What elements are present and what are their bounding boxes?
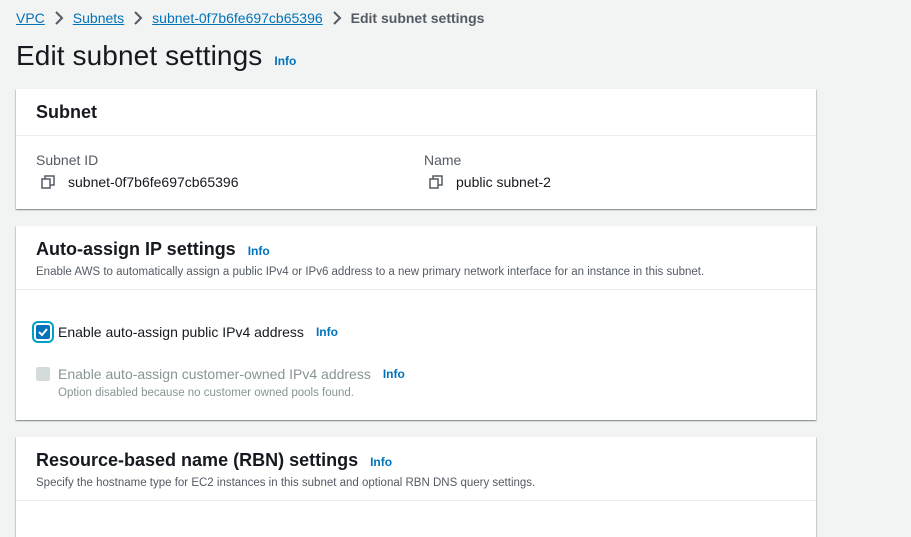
chevron-right-icon bbox=[332, 11, 342, 25]
copy-icon[interactable] bbox=[429, 175, 443, 189]
customer-owned-checkbox-row: Enable auto-assign customer-owned IPv4 a… bbox=[36, 366, 405, 382]
breadcrumb-current: Edit subnet settings bbox=[350, 10, 485, 26]
customer-owned-checkbox-label: Enable auto-assign customer-owned IPv4 a… bbox=[58, 366, 371, 382]
rbn-panel-title: Resource-based name (RBN) settings bbox=[36, 450, 359, 470]
auto-assign-title-row: Auto-assign IP settings Info bbox=[36, 239, 796, 260]
breadcrumb-subnet-id-link[interactable]: subnet-0f7b6fe697cb65396 bbox=[152, 10, 322, 26]
subnet-panel-header: Subnet bbox=[16, 89, 816, 136]
breadcrumb-vpc-link[interactable]: VPC bbox=[16, 10, 45, 26]
name-value: public subnet-2 bbox=[456, 174, 551, 190]
subnet-panel: Subnet Subnet ID subnet-0f7b6fe697cb6539… bbox=[16, 89, 816, 209]
page-header: Edit subnet settings Info bbox=[16, 40, 296, 72]
chevron-right-icon bbox=[54, 11, 64, 25]
rbn-title-row: Resource-based name (RBN) settings Info bbox=[36, 450, 796, 471]
breadcrumb-subnets-link[interactable]: Subnets bbox=[73, 10, 124, 26]
name-value-row: public subnet-2 bbox=[424, 174, 551, 190]
breadcrumb: VPC Subnets subnet-0f7b6fe697cb65396 Edi… bbox=[16, 8, 484, 28]
copy-icon[interactable] bbox=[41, 175, 55, 189]
page-title: Edit subnet settings bbox=[16, 40, 263, 71]
auto-assign-description: Enable AWS to automatically assign a pub… bbox=[36, 266, 705, 278]
auto-assign-info-link[interactable]: Info bbox=[248, 244, 270, 258]
ipv4-checkbox-row: Enable auto-assign public IPv4 address I… bbox=[32, 321, 338, 343]
customer-owned-info-link[interactable]: Info bbox=[383, 367, 405, 381]
auto-assign-ip-panel: Auto-assign IP settings Info Enable AWS … bbox=[16, 226, 816, 420]
name-field: Name public subnet-2 bbox=[424, 152, 551, 190]
rbn-info-link[interactable]: Info bbox=[370, 455, 392, 469]
subnet-id-field: Subnet ID subnet-0f7b6fe697cb65396 bbox=[36, 152, 238, 190]
chevron-right-icon bbox=[133, 11, 143, 25]
name-label: Name bbox=[424, 152, 462, 168]
ipv4-info-link[interactable]: Info bbox=[316, 325, 338, 339]
auto-assign-panel-title: Auto-assign IP settings bbox=[36, 239, 236, 259]
auto-assign-panel-header: Auto-assign IP settings Info Enable AWS … bbox=[16, 226, 816, 290]
subnet-panel-title: Subnet bbox=[36, 101, 97, 122]
page-info-link[interactable]: Info bbox=[274, 54, 296, 68]
rbn-settings-panel: Resource-based name (RBN) settings Info … bbox=[16, 437, 816, 537]
rbn-panel-header: Resource-based name (RBN) settings Info … bbox=[16, 437, 816, 501]
subnet-id-value-row: subnet-0f7b6fe697cb65396 bbox=[36, 174, 238, 190]
rbn-description: Specify the hostname type for EC2 instan… bbox=[36, 477, 536, 489]
subnet-id-value: subnet-0f7b6fe697cb65396 bbox=[68, 174, 239, 190]
ipv4-checkbox[interactable] bbox=[32, 321, 54, 343]
customer-owned-checkbox bbox=[36, 367, 50, 381]
customer-owned-hint: Option disabled because no customer owne… bbox=[58, 387, 355, 399]
subnet-id-label: Subnet ID bbox=[36, 152, 99, 168]
ipv4-checkbox-label[interactable]: Enable auto-assign public IPv4 address bbox=[58, 324, 304, 340]
checkmark-icon bbox=[38, 328, 48, 337]
